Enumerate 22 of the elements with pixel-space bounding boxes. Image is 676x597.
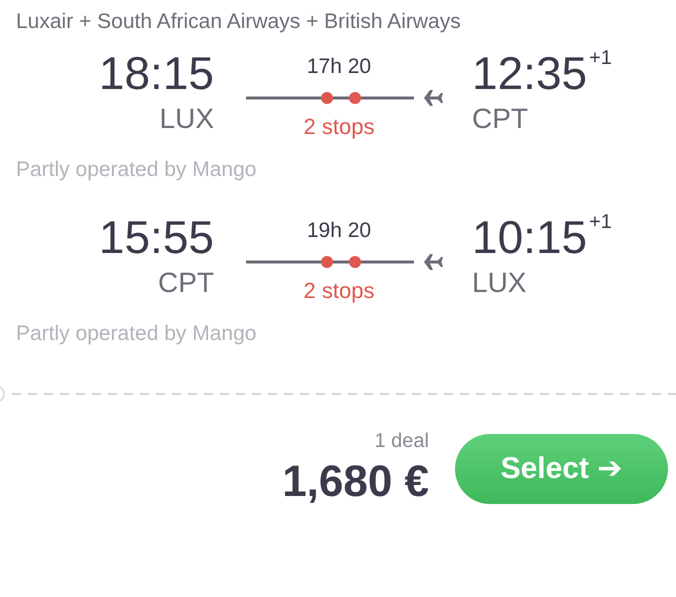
airplane-icon [424,90,443,106]
departure-time: 18:15 [98,46,214,100]
operator-note: Partly operated by Mango [15,158,258,182]
stops-count: 2 stops [304,278,374,304]
departure-airport: CPT [158,266,214,300]
price: 1,680 € [282,457,429,507]
day-offset: +1 [589,210,612,234]
flight-duration: 17h 20 [306,54,372,80]
arrival-airport: CPT [472,102,528,136]
arrival-airport: LUX [472,266,526,300]
flight-duration: 19h 20 [306,218,372,244]
deal-count: 1 deal [374,430,429,453]
departure-time: 15:55 [98,210,214,264]
airplane-icon [424,254,443,270]
departure-airport: LUX [160,102,214,136]
day-offset: +1 [589,46,612,70]
operator-note: Partly operated by Mango [15,322,258,346]
arrival-time: 12:35 [472,46,588,100]
airline-names: Luxair + South African Airways + British Airways [15,9,462,35]
select-button[interactable]: Select ➔ [455,434,668,504]
stops-count: 2 stops [304,114,374,140]
arrival-time: 10:15 [472,210,588,264]
